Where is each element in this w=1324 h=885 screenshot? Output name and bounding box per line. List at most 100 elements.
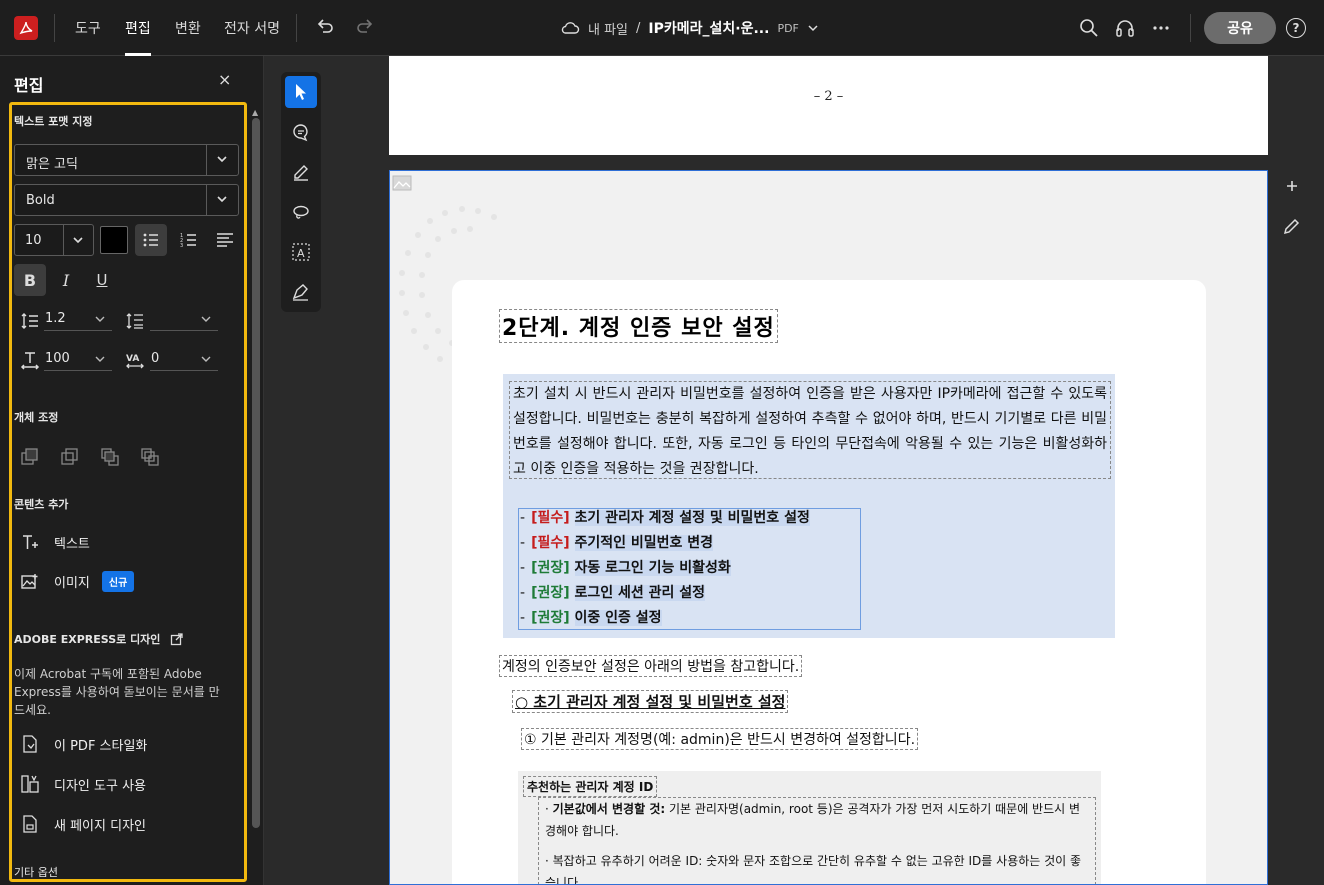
menu-convert[interactable]: 변환 [175,18,201,38]
list-item-text: 주기적인 비밀번호 변경 [574,535,714,551]
align-left-icon [217,233,233,247]
comment-tool-button[interactable] [285,116,317,148]
adobe-express-label: ADOBE EXPRESS로 디자인 [14,633,161,646]
new-badge: 신규 [101,571,135,592]
more-options-icon[interactable] [1150,17,1172,39]
list-item[interactable]: - [권장] 로그인 세션 관리 설정 [520,582,706,604]
text-box-tool-button[interactable]: A [285,236,317,268]
font-family-value: 맑은 고딕 [26,157,78,172]
character-spacing-field[interactable]: 0 [150,348,218,372]
font-size-select[interactable]: 10 [14,224,94,256]
image-placeholder-icon[interactable] [392,175,412,191]
close-panel-button[interactable]: × [218,70,231,89]
focus-highlight-frame [9,102,247,882]
bold-button[interactable]: B [14,264,46,296]
object-adjust-label: 개체 조정 [14,411,59,424]
adobe-express-section: ADOBE EXPRESS로 디자인 [14,631,184,647]
search-icon[interactable] [1078,17,1100,39]
list-item[interactable]: - [필수] 주기적인 비밀번호 변경 [520,532,714,554]
edit-pencil-icon[interactable] [1282,216,1302,236]
add-image-button[interactable]: 이미지 신규 [20,571,135,592]
menu-tools[interactable]: 도구 [75,18,101,38]
chevron-down-icon [95,316,105,322]
align-left-button[interactable] [209,224,241,256]
new-page-design-label: 새 페이지 디자인 [54,818,146,834]
menu-e-sign[interactable]: 전자 서명 [224,18,280,38]
acrobat-logo-icon[interactable] [14,16,38,40]
add-text-button[interactable]: 텍스트 [20,532,90,552]
top-bar: 도구 편집 변환 전자 서명 내 파일 / IP카메라_설치·운... PDF … [0,0,1324,56]
section-heading[interactable]: 2단계. 계정 인증 보안 설정 [499,309,778,343]
list-item[interactable]: - [권장] 이중 인증 설정 [520,607,662,629]
add-content-label: 콘텐츠 추가 [14,498,69,511]
bullet-list-button[interactable] [135,224,167,256]
bring-to-front-icon[interactable] [100,447,120,467]
step-text[interactable]: ① 기본 관리자 계정명(예: admin)은 반드시 변경하여 설정합니다. [521,728,919,750]
line-spacing-field[interactable]: 1.2 [44,308,112,332]
undo-icon[interactable] [314,16,336,38]
underline-button[interactable]: U [86,264,118,296]
bullet-text: 복잡하고 유추하기 어려운 ID: 숫자와 문자 조합으로 간단히 유추할 수 … [545,854,1082,885]
chevron-down-icon [217,156,227,163]
add-image-label: 이미지 [54,576,90,591]
divider [296,14,297,42]
document-title-area[interactable]: 내 파일 / IP카메라_설치·운... PDF [560,18,819,38]
refer-text[interactable]: 계정의 인증보안 설정은 아래의 방법을 참고합니다. [499,655,803,677]
menu-edit[interactable]: 편집 [125,18,151,38]
other-options-label[interactable]: 기타 옵션 [14,864,58,880]
numbered-list-button[interactable]: 123 [173,224,205,256]
stylize-pdf-icon [23,735,37,753]
font-weight-value: Bold [26,193,55,208]
breadcrumb[interactable]: 내 파일 [588,19,628,38]
panel-scrollbar[interactable] [252,118,260,828]
stylize-pdf-button[interactable]: 이 PDF 스타일화 [20,734,147,754]
divider [63,225,64,255]
text-color-swatch[interactable] [100,226,128,254]
recommendation-bullets[interactable]: · 기본값에서 변경할 것: 기본 관리자명(admin, root 등)은 공… [538,797,1096,885]
design-tools-button[interactable]: 디자인 도구 사용 [20,774,146,794]
horizontal-scale-field[interactable]: 100 [44,348,112,372]
subsection-heading[interactable]: ○ 초기 관리자 계정 설정 및 비밀번호 설정 [512,690,789,713]
chevron-down-icon[interactable] [807,22,819,34]
send-backward-icon[interactable] [60,447,80,467]
divider [54,14,55,42]
scroll-up-arrow-icon[interactable]: ▲ [252,108,258,117]
chevron-down-icon [201,356,211,362]
external-link-icon[interactable] [170,632,184,646]
list-item-text: 자동 로그인 기능 비활성화 [574,560,731,576]
italic-button[interactable]: I [50,264,82,296]
list-item[interactable]: - [필수] 초기 관리자 계정 설정 및 비밀번호 설정 [520,507,810,529]
cloud-icon [561,22,580,34]
sign-tool-button[interactable] [285,276,317,308]
svg-text:A: A [297,247,305,260]
bullet-bold-text: 기본값에서 변경할 것: [552,802,666,816]
bullet-list-icon [143,233,158,247]
new-page-design-button[interactable]: 새 페이지 디자인 [20,814,146,834]
help-icon[interactable]: ? [1286,18,1306,38]
plus-icon[interactable] [1282,176,1302,196]
adobe-express-description: 이제 Acrobat 구독에 포함된 Adobe Express를 사용하여 돋… [14,667,220,717]
list-item[interactable]: - [권장] 자동 로그인 기능 비활성화 [520,557,731,579]
redo-icon[interactable] [354,16,376,38]
share-button[interactable]: 공유 [1204,12,1276,44]
font-family-select[interactable]: 맑은 고딕 [14,144,239,176]
document-filename[interactable]: IP카메라_설치·운... [648,18,769,38]
recommendation-title[interactable]: 추천하는 관리자 계정 ID [523,776,658,797]
lasso-tool-button[interactable] [285,196,317,228]
tool-strip: A [281,72,321,312]
pdf-page-current[interactable]: 2단계. 계정 인증 보안 설정 초기 설치 시 반드시 관리자 비밀번호를 설… [389,170,1268,885]
send-to-back-icon[interactable] [140,447,160,467]
list-item-text: 로그인 세션 관리 설정 [574,585,706,601]
edit-panel: 편집 × ▲ 텍스트 포맷 지정 맑은 고딕 Bold 10 123 B I U… [0,56,264,885]
divider [44,330,112,331]
paragraph-spacing-field[interactable] [150,308,218,332]
highlight-tool-button[interactable] [285,156,317,188]
headphones-icon[interactable] [1114,17,1136,39]
list-item-text: 이중 인증 설정 [574,610,662,626]
font-weight-select[interactable]: Bold [14,184,239,216]
list-item-tag: [권장] [531,560,570,576]
select-tool-button[interactable] [285,76,317,108]
svg-text:VA: VA [126,354,139,364]
intro-paragraph[interactable]: 초기 설치 시 반드시 관리자 비밀번호를 설정하여 인증을 받은 사용자만 I… [509,381,1111,479]
bring-forward-icon[interactable] [20,447,40,467]
